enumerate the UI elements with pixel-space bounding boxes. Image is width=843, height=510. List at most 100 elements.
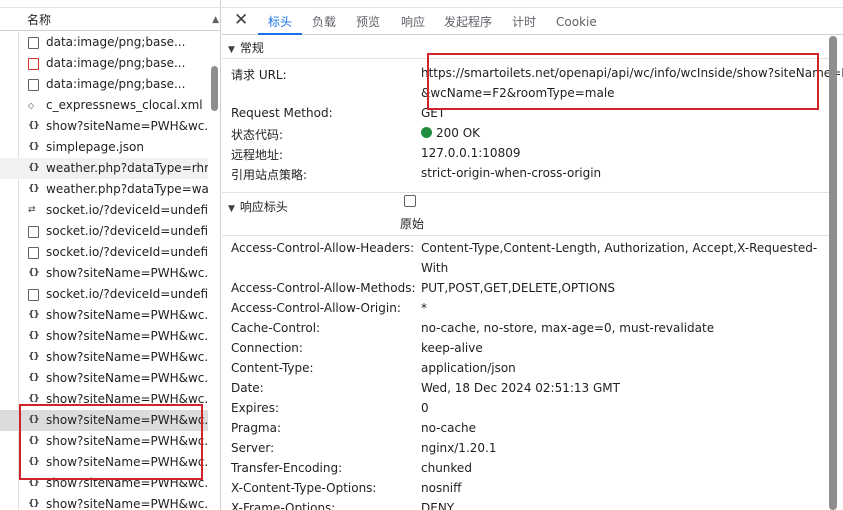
response-header-name: Server: xyxy=(231,441,275,455)
response-header-name: Transfer-Encoding: xyxy=(231,461,343,475)
sort-caret-icon[interactable]: ▲ xyxy=(212,9,219,31)
request-list-item[interactable]: {} show?siteName=PWH&wc... xyxy=(0,116,208,137)
list-scrollbar-thumb[interactable] xyxy=(211,66,218,111)
status-code-label: 状态代码: xyxy=(231,128,284,142)
request-list-item[interactable]: {} show?siteName=PWH&wc... xyxy=(0,347,208,368)
highlight-box-url xyxy=(427,53,819,110)
json-icon: {} xyxy=(28,352,40,362)
response-header-value: Wed, 18 Dec 2024 02:51:13 GMT xyxy=(421,381,620,395)
request-list-item-name: socket.io/?deviceId=undefi... xyxy=(46,287,208,301)
request-list-item[interactable]: {} show?siteName=PWH&wc... xyxy=(0,368,208,389)
tab-initiator[interactable]: 发起程序 xyxy=(444,14,492,30)
request-detail-panel: ✕ 标头 负载 预览 响应 发起程序 计时 Cookie ▼ 常规 请求 URL:… xyxy=(222,0,843,510)
response-header-value: * xyxy=(421,301,427,315)
close-icon[interactable]: ✕ xyxy=(234,10,248,30)
collapse-triangle-icon: ▼ xyxy=(228,45,235,55)
referrer-policy-value: strict-origin-when-cross-origin xyxy=(421,166,602,180)
image-icon xyxy=(28,58,39,70)
request-list-item[interactable]: {} show?siteName=PWH&wc... xyxy=(0,305,208,326)
raw-headers-label: 原始 xyxy=(400,217,425,231)
doc-icon xyxy=(28,37,39,49)
response-header-value: DENY xyxy=(421,501,455,510)
request-list-item-name: weather.php?dataType=war... xyxy=(46,182,208,196)
request-list-item[interactable]: data:image/png;base... xyxy=(0,32,208,53)
tab-cookie[interactable]: Cookie xyxy=(556,14,597,30)
name-column-label: 名称 xyxy=(27,13,52,27)
status-ok-icon xyxy=(421,127,432,138)
json-icon: {} xyxy=(28,163,40,173)
doc-icon xyxy=(28,226,39,238)
response-header-value: no-cache, no-store, max-age=0, must-reva… xyxy=(421,321,715,335)
response-header-name: Connection: xyxy=(231,341,303,355)
request-list-item[interactable]: data:image/png;base... xyxy=(0,53,208,74)
response-header-value: PUT,POST,GET,DELETE,OPTIONS xyxy=(421,281,616,295)
request-list-item-name: show?siteName=PWH&wc... xyxy=(46,371,208,385)
general-section-title: 常规 xyxy=(239,41,264,55)
response-headers-divider xyxy=(222,192,830,193)
json-icon: {} xyxy=(28,499,40,509)
response-header-value: nosniff xyxy=(421,481,462,495)
response-headers-title: 响应标头 xyxy=(239,200,288,214)
remote-address-value: 127.0.0.1:10809 xyxy=(421,146,521,160)
json-icon: {} xyxy=(28,310,40,320)
tab-preview[interactable]: 预览 xyxy=(356,14,380,30)
request-list-item-name: data:image/png;base... xyxy=(46,56,186,70)
detail-tabbar: ✕ 标头 负载 预览 响应 发起程序 计时 Cookie xyxy=(222,9,843,35)
response-header-value: application/json xyxy=(421,361,516,375)
response-header-name: Date: xyxy=(231,381,264,395)
tab-response[interactable]: 响应 xyxy=(401,14,425,30)
request-list-panel: 名称 ▲ data:image/png;base... data:image/pn… xyxy=(0,0,221,510)
request-list-item-name: data:image/png;base... xyxy=(46,77,186,91)
response-header-name: Expires: xyxy=(231,401,279,415)
request-list-item[interactable]: {} show?siteName=PWH&wc... xyxy=(0,263,208,284)
status-code-value: 200 OK xyxy=(421,126,480,140)
request-list-item-name: socket.io/?deviceId=undefi... xyxy=(46,245,208,259)
request-list-item[interactable]: socket.io/?deviceId=undefi... xyxy=(0,242,208,263)
request-list-item[interactable]: {} simplepage.json xyxy=(0,137,208,158)
request-list-item[interactable]: ⇄ socket.io/?deviceId=undefi... xyxy=(0,200,208,221)
response-header-name: Access-Control-Allow-Methods: xyxy=(231,281,416,295)
request-list-item[interactable]: socket.io/?deviceId=undefi... xyxy=(0,284,208,305)
request-list-item[interactable]: socket.io/?deviceId=undefi... xyxy=(0,221,208,242)
response-header-value: 0 xyxy=(421,401,429,415)
json-icon: {} xyxy=(28,184,40,194)
response-headers-title-divider xyxy=(222,235,830,236)
response-headers-section-header[interactable]: ▼ 响应标头 xyxy=(222,197,830,217)
tab-headers[interactable]: 标头 xyxy=(268,14,292,30)
response-header-value: chunked xyxy=(421,461,472,475)
request-list-item[interactable]: ◇ c_expressnews_clocal.xml xyxy=(0,95,208,116)
response-header-name: X-Content-Type-Options: xyxy=(231,481,377,495)
response-header-name: Pragma: xyxy=(231,421,282,435)
request-list-item[interactable]: {} weather.php?dataType=rhrr... xyxy=(0,158,208,179)
response-header-value: no-cache xyxy=(421,421,477,435)
remote-address-label: 远程地址: xyxy=(231,148,284,162)
request-list-item-name: show?siteName=PWH&wc... xyxy=(46,119,208,133)
request-list-item[interactable]: data:image/png;base... xyxy=(0,74,208,95)
highlight-box-requests xyxy=(19,404,203,480)
request-list-item-name: data:image/png;base... xyxy=(46,35,186,49)
request-list-item[interactable]: {} weather.php?dataType=war... xyxy=(0,179,208,200)
request-list-item-name: show?siteName=PWH&wc... xyxy=(46,329,208,343)
name-column-header[interactable]: 名称 ▲ xyxy=(0,9,220,31)
json-icon: {} xyxy=(28,373,40,383)
raw-headers-checkbox[interactable] xyxy=(404,195,416,207)
response-header-value-cont: With xyxy=(421,261,449,275)
response-header-name: Cache-Control: xyxy=(231,321,321,335)
referrer-policy-label: 引用站点策略: xyxy=(231,168,308,182)
request-url-label: 请求 URL: xyxy=(231,68,287,82)
active-tab-indicator xyxy=(258,33,302,35)
request-list-item-name: socket.io/?deviceId=undefi... xyxy=(46,203,208,217)
tab-timing[interactable]: 计时 xyxy=(512,14,536,30)
doc-icon xyxy=(28,79,39,91)
response-header-name: X-Frame-Options: xyxy=(231,501,336,510)
tab-payload[interactable]: 负载 xyxy=(312,14,336,30)
response-header-name: Access-Control-Allow-Origin: xyxy=(231,301,401,315)
request-list-item-name: socket.io/?deviceId=undefi... xyxy=(46,224,208,238)
request-list-item-name: show?siteName=PWH&wc... xyxy=(46,350,208,364)
request-list-item[interactable]: {} show?siteName=PWH&wc... xyxy=(0,494,208,510)
request-list-item-name: simplepage.json xyxy=(46,140,144,154)
request-list-item-name: show?siteName=PWH&wc... xyxy=(46,266,208,280)
request-list-item[interactable]: {} show?siteName=PWH&wc... xyxy=(0,326,208,347)
detail-scrollbar-thumb[interactable] xyxy=(829,36,837,510)
response-header-value: Content-Type,Content-Length, Authorizati… xyxy=(421,241,818,255)
